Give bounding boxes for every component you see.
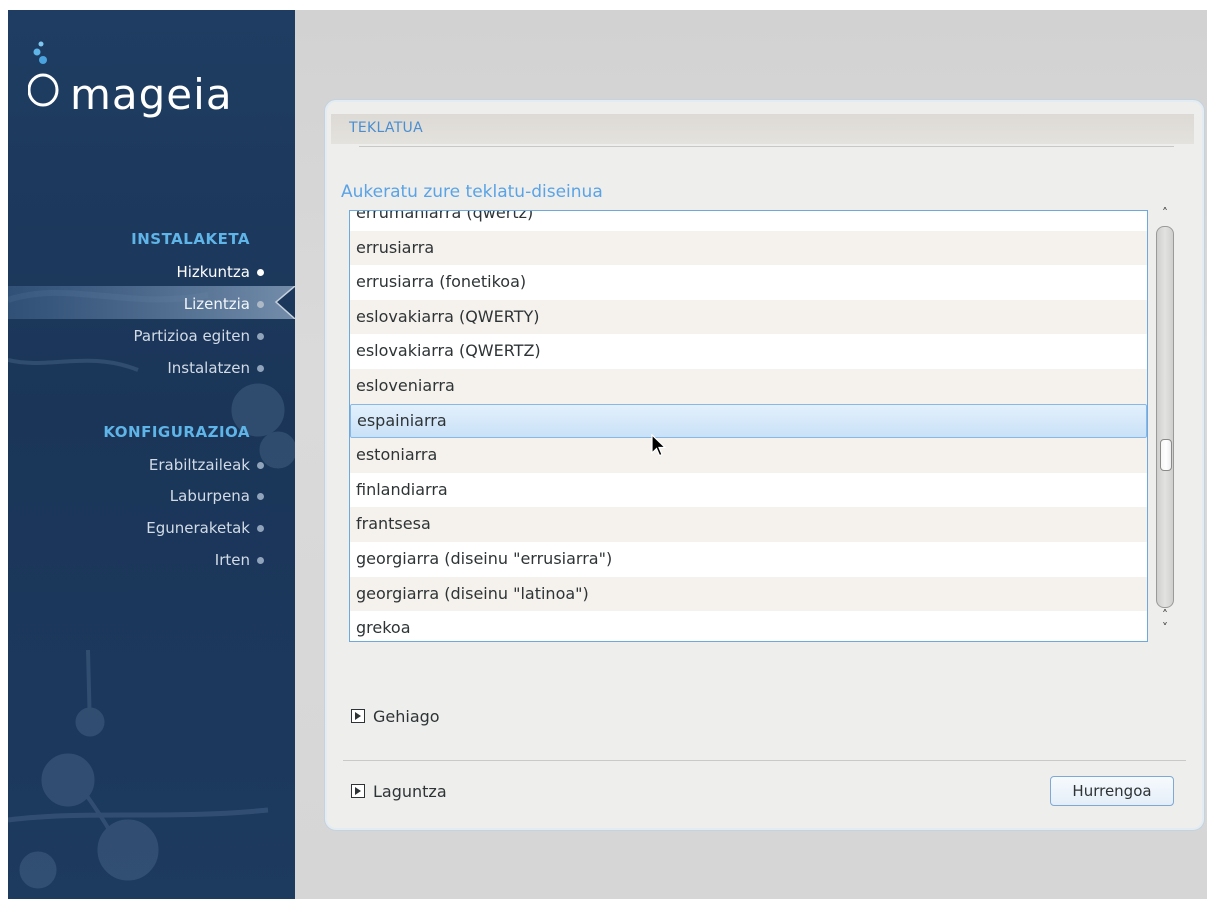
step-status-icon [257,333,264,340]
mouse-pointer-icon [651,434,667,457]
sidebar-item-hizkuntza: Hizkuntza [176,257,264,287]
list-item[interactable]: errumaniarra (qwertz) [350,211,1147,231]
sidebar-item-lizentzia: Lizentzia [183,289,264,319]
sidebar-item-label: Partizioa egiten [133,327,251,345]
section-heading-config: KONFIGURAZIOA [103,423,250,441]
logo-text: mageia [70,70,233,119]
more-expander-label: Gehiago [373,707,440,726]
sidebar-item-label: Irten [214,551,250,569]
list-item[interactable]: eslovakiarra (QWERTZ) [350,334,1147,369]
sidebar-item-partizioa: Partizioa egiten [133,321,264,351]
help-expander[interactable]: Laguntza [351,781,447,803]
header-divider [359,146,1174,147]
list-item[interactable]: eslovakiarra (QWERTY) [350,299,1147,335]
step-status-icon [257,557,264,564]
scroll-up-icon-bottom[interactable]: ˄ [1158,608,1172,622]
sidebar-item-label: Erabiltzaileak [148,456,250,474]
sidebar-item-irten: Irten [214,545,264,575]
sidebar-item-eguneraketak: Eguneraketak [146,513,264,543]
scroll-up-icon[interactable]: ˄ [1158,206,1172,220]
list-item[interactable]: georgiarra (diseinu "latinoa") [350,576,1147,612]
sidebar-item-label: Lizentzia [183,295,250,313]
prompt-label: Aukeratu zure teklatu-diseinua [341,182,603,202]
panel-header: TEKLATUA [331,114,1194,147]
sidebar: mageia INSTALAKETA Hizkuntza Lizentzia P… [8,10,295,899]
list-item[interactable]: finlandiarra [350,473,1147,508]
list-scrollbar[interactable]: ˄ ˄ ˅ [1155,206,1175,642]
list-item-selected[interactable]: espainiarra [350,403,1147,439]
scroll-thumb[interactable] [1160,439,1172,471]
sidebar-item-erabiltzaileak: Erabiltzaileak [148,450,264,480]
list-item[interactable]: errusiarra (fonetikoa) [350,265,1147,300]
list-item[interactable]: estoniarra [350,438,1147,473]
scroll-down-icon[interactable]: ˅ [1158,621,1172,635]
step-status-icon [257,301,264,308]
more-expander[interactable]: Gehiago [351,706,440,728]
list-item[interactable]: esloveniarra [350,368,1147,404]
sidebar-item-label: Instalatzen [167,359,250,377]
help-expander-label: Laguntza [373,782,447,801]
scroll-track[interactable] [1156,226,1174,608]
expander-arrow-icon [351,783,365,798]
expander-arrow-icon [351,708,365,723]
section-heading-install: INSTALAKETA [131,230,250,248]
sidebar-item-label: Hizkuntza [176,263,250,281]
keyboard-panel: TEKLATUA Aukeratu zure teklatu-diseinua … [324,99,1205,831]
step-status-icon [257,525,264,532]
step-status-icon [257,269,264,276]
panel-title: TEKLATUA [349,120,423,136]
step-status-icon [257,462,264,469]
list-item[interactable]: grekoa [350,611,1147,641]
installer-window: mageia INSTALAKETA Hizkuntza Lizentzia P… [8,10,1207,899]
keyboard-layout-list[interactable]: errumaniarra (qwertz) errusiarra errusia… [349,210,1148,642]
sidebar-item-instalatzen: Instalatzen [167,353,264,383]
list-item[interactable]: errusiarra [350,230,1147,266]
divider [343,760,1186,761]
sidebar-item-label: Laburpena [169,487,250,505]
step-status-icon [257,365,264,372]
list-item[interactable]: frantsesa [350,507,1147,542]
next-button[interactable]: Hurrengoa [1050,776,1174,806]
step-status-icon [257,493,264,500]
list-item[interactable]: georgiarra (diseinu "errusiarra") [350,542,1147,577]
active-step-highlight [8,286,295,319]
sidebar-item-laburpena: Laburpena [169,481,264,511]
sidebar-item-label: Eguneraketak [146,519,250,537]
